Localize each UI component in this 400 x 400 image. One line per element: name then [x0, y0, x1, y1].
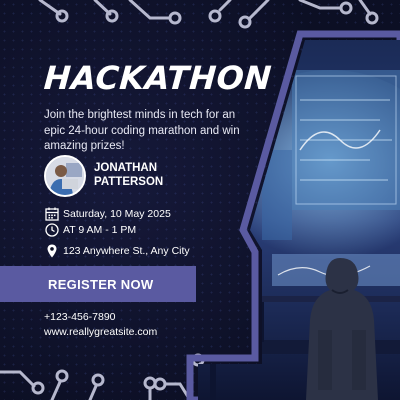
clock-icon [45, 223, 59, 237]
event-title: HACKATHON [42, 59, 273, 97]
register-now-button[interactable]: REGISTER NOW [0, 266, 182, 302]
contact-phone: +123-456-7890 [44, 311, 116, 323]
hackathon-poster: HACKATHON Join the brightest minds in te… [0, 0, 400, 400]
host-avatar [44, 155, 86, 197]
host-block: JONATHAN PATTERSON [44, 155, 264, 197]
event-time: AT 9 AM - 1 PM [63, 224, 137, 236]
event-location: 123 Anywhere St., Any City [63, 245, 190, 257]
event-description: Join the brightest minds in tech for an … [44, 109, 240, 152]
location-pin-icon [47, 244, 57, 258]
location-row: 123 Anywhere St., Any City [44, 243, 234, 259]
register-button-accent [182, 266, 196, 302]
calendar-icon [45, 207, 59, 221]
contact-website[interactable]: www.reallygreatsite.com [44, 325, 157, 339]
date-row: Saturday, 10 May 2025 [44, 206, 234, 222]
host-name: JONATHAN PATTERSON [94, 162, 164, 188]
time-row: AT 9 AM - 1 PM [44, 222, 234, 238]
event-date: Saturday, 10 May 2025 [63, 208, 171, 220]
